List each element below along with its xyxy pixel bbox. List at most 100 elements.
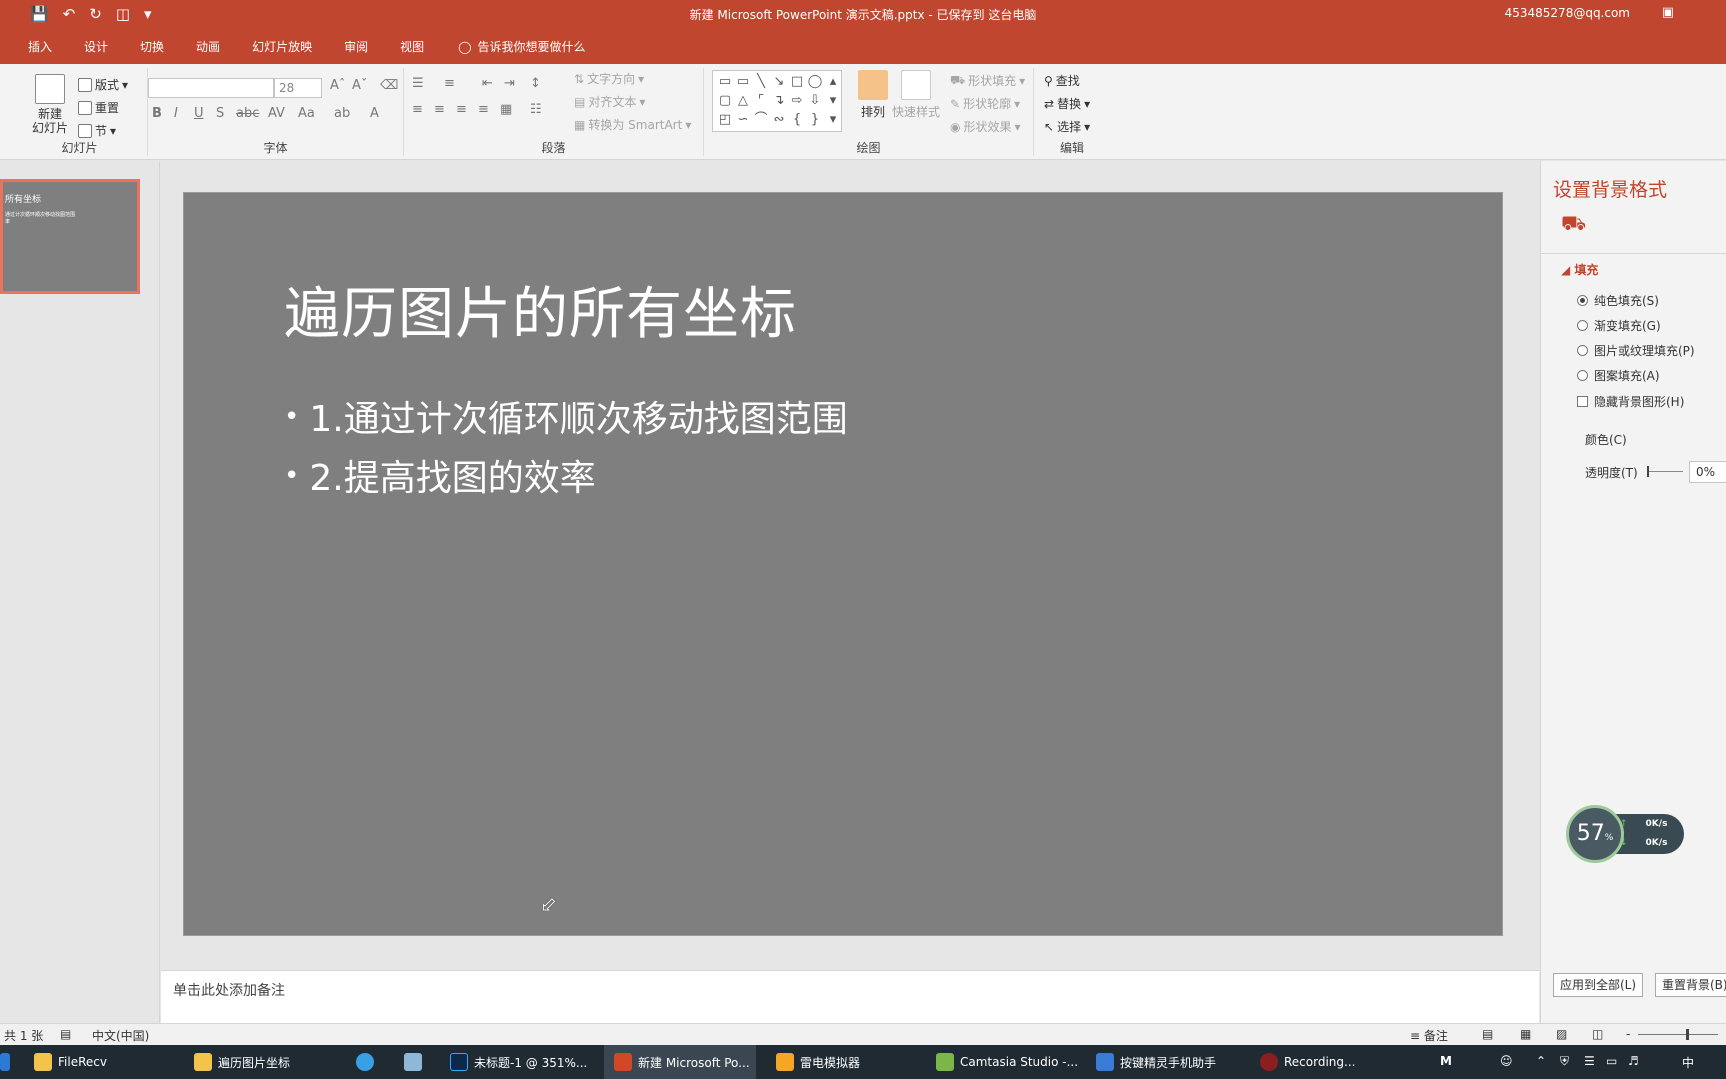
- distributed-icon[interactable]: ▦: [500, 102, 512, 117]
- solid-fill-radio[interactable]: [1577, 295, 1588, 306]
- vertical-textbox-shape-icon[interactable]: ▭: [735, 73, 751, 91]
- bullets-icon[interactable]: ☰: [412, 76, 424, 91]
- gallery-up-icon[interactable]: ▴: [825, 73, 841, 91]
- increase-indent-icon[interactable]: ⇥: [504, 76, 515, 91]
- char-spacing-icon[interactable]: AV: [268, 106, 285, 121]
- taskbar-item-recording[interactable]: Recording...: [1260, 1045, 1380, 1079]
- account-name[interactable]: 453485278@qq.com: [1505, 6, 1630, 20]
- taskbar-item-emulator[interactable]: 雷电模拟器: [776, 1045, 916, 1079]
- font-size-combo[interactable]: 28: [274, 78, 322, 98]
- gradient-fill-option[interactable]: 渐变填充(G): [1577, 317, 1661, 334]
- transparency-input[interactable]: 0%: [1689, 461, 1726, 483]
- line-shape-icon[interactable]: ╲: [753, 73, 769, 91]
- taskbar-item-notes[interactable]: [404, 1045, 434, 1079]
- shape-fill-button[interactable]: ⛟ 形状填充 ▾: [950, 72, 1025, 89]
- columns-icon[interactable]: ☷: [530, 102, 542, 117]
- tab-insert[interactable]: 插入: [0, 30, 68, 64]
- solid-fill-option[interactable]: 纯色填充(S): [1577, 292, 1659, 309]
- tray-volume-icon[interactable]: ♬: [1628, 1054, 1639, 1068]
- pattern-fill-option[interactable]: 图案填充(A): [1577, 367, 1660, 384]
- picture-fill-radio[interactable]: [1577, 345, 1588, 356]
- right-brace-shape-icon[interactable]: }: [807, 111, 823, 129]
- zoom-out-icon[interactable]: -: [1626, 1027, 1630, 1041]
- down-arrow-shape-icon[interactable]: ⇩: [807, 92, 823, 110]
- picture-fill-option[interactable]: 图片或纹理填充(P): [1577, 342, 1695, 359]
- numbering-icon[interactable]: ≡: [444, 76, 455, 91]
- ime-indicator[interactable]: 中: [1682, 1054, 1694, 1071]
- reading-view-icon[interactable]: ▨: [1556, 1027, 1567, 1041]
- taskbar-item-qq[interactable]: [356, 1045, 386, 1079]
- oval-shape-icon[interactable]: ◯: [807, 73, 823, 91]
- line-spacing-icon[interactable]: ↕: [530, 76, 541, 91]
- gallery-more-icon[interactable]: ▾: [825, 111, 841, 129]
- elbow-connector-icon[interactable]: ⌜: [753, 92, 769, 110]
- tray-expand-icon[interactable]: ⌃: [1536, 1054, 1546, 1068]
- text-direction-button[interactable]: ⇅ 文字方向 ▾: [574, 70, 644, 87]
- new-slide-button[interactable]: 新建 幻灯片: [32, 74, 68, 135]
- edge-browser-icon[interactable]: [0, 1045, 10, 1079]
- normal-view-icon[interactable]: ▤: [1482, 1027, 1493, 1041]
- taskbar-item-filerecv[interactable]: FileRecv: [34, 1045, 182, 1079]
- align-left-icon[interactable]: ≡: [412, 102, 423, 117]
- underline-icon[interactable]: U: [194, 106, 204, 121]
- notes-pane[interactable]: 单击此处添加备注: [161, 970, 1539, 1023]
- tray-people-icon[interactable]: ☺: [1500, 1054, 1513, 1068]
- bold-icon[interactable]: B: [152, 106, 162, 121]
- tell-me-search[interactable]: ◯ 告诉我你想要做什么: [440, 30, 601, 64]
- italic-icon[interactable]: I: [174, 106, 178, 121]
- shadow-icon[interactable]: S: [216, 106, 224, 121]
- tab-transitions[interactable]: 切换: [124, 30, 180, 64]
- tray-network-icon[interactable]: ☰: [1584, 1054, 1595, 1068]
- fill-section-header[interactable]: ◢ 填充: [1561, 261, 1598, 278]
- align-right-icon[interactable]: ≡: [456, 102, 467, 117]
- fill-category-icon[interactable]: ⛟: [1561, 211, 1586, 238]
- language-indicator[interactable]: 中文(中国): [92, 1027, 149, 1044]
- font-name-combo[interactable]: [148, 78, 274, 98]
- taskbar-item-folder[interactable]: 遍历图片坐标: [194, 1045, 342, 1079]
- slide-canvas[interactable]: 遍历图片的所有坐标 1.通过计次循环顺次移动找图范围 2.提高找图的效率: [183, 192, 1503, 936]
- taskbar-item-camtasia[interactable]: Camtasia Studio -...: [936, 1045, 1086, 1079]
- slide-body[interactable]: 1.通过计次循环顺次移动找图范围 2.提高找图的效率: [284, 389, 847, 507]
- tab-animations[interactable]: 动画: [180, 30, 236, 64]
- tray-m-icon[interactable]: M: [1440, 1054, 1452, 1068]
- tab-view[interactable]: 视图: [384, 30, 440, 64]
- slideshow-view-icon[interactable]: ◫: [1592, 1027, 1603, 1041]
- align-text-button[interactable]: ▤ 对齐文本 ▾: [574, 93, 645, 110]
- align-center-icon[interactable]: ≡: [434, 102, 445, 117]
- taskbar-item-powerpoint[interactable]: 新建 Microsoft Po...: [604, 1045, 756, 1079]
- curve-shape-icon[interactable]: ∾: [771, 111, 787, 129]
- slide-thumbnail[interactable]: 所有坐标 通过计次循环顺次移动找图范围 率: [0, 179, 140, 294]
- apply-to-all-button[interactable]: 应用到全部(L): [1553, 973, 1644, 997]
- layout-button[interactable]: 版式 ▾: [78, 76, 128, 93]
- tray-shield-icon[interactable]: ⛨: [1560, 1054, 1569, 1069]
- reset-button[interactable]: 重置: [78, 99, 119, 116]
- arc-shape-icon[interactable]: ⌒: [753, 111, 769, 129]
- gradient-fill-radio[interactable]: [1577, 320, 1588, 331]
- zoom-slider[interactable]: [1638, 1029, 1718, 1040]
- quick-styles-button[interactable]: 快速样式: [892, 70, 940, 120]
- change-case-icon[interactable]: Aa: [298, 106, 315, 121]
- strikethrough-icon[interactable]: abc: [236, 106, 259, 121]
- right-arrow-shape-icon[interactable]: ⇨: [789, 92, 805, 110]
- find-button[interactable]: ⚲ 查找: [1044, 72, 1080, 89]
- taskbar-item-anjian[interactable]: 按键精灵手机助手: [1096, 1045, 1246, 1079]
- spell-check-icon[interactable]: ▤: [60, 1027, 71, 1041]
- select-button[interactable]: ↖ 选择 ▾: [1044, 118, 1090, 135]
- elbow-arrow-connector-icon[interactable]: ↴: [771, 92, 787, 110]
- triangle-shape-icon[interactable]: △: [735, 92, 751, 110]
- decrease-indent-icon[interactable]: ⇤: [482, 76, 493, 91]
- replace-button[interactable]: ⇄ 替换 ▾: [1044, 95, 1090, 112]
- rectangle-shape-icon[interactable]: □: [789, 73, 805, 91]
- tab-review[interactable]: 审阅: [328, 30, 384, 64]
- scribble-shape-icon[interactable]: ∽: [735, 111, 751, 129]
- left-brace-shape-icon[interactable]: {: [789, 111, 805, 129]
- hide-background-checkbox[interactable]: [1577, 396, 1588, 407]
- ribbon-display-options-icon[interactable]: ▣: [1662, 5, 1674, 20]
- reset-background-button[interactable]: 重置背景(B): [1655, 973, 1726, 997]
- pattern-fill-radio[interactable]: [1577, 370, 1588, 381]
- taskbar-item-photoshop[interactable]: 未标题-1 @ 351%...: [450, 1045, 600, 1079]
- notes-toggle[interactable]: ≡ 备注: [1410, 1027, 1448, 1044]
- slide-title[interactable]: 遍历图片的所有坐标: [284, 269, 797, 350]
- section-button[interactable]: 节 ▾: [78, 122, 116, 139]
- decrease-font-icon[interactable]: Aˇ: [352, 78, 367, 93]
